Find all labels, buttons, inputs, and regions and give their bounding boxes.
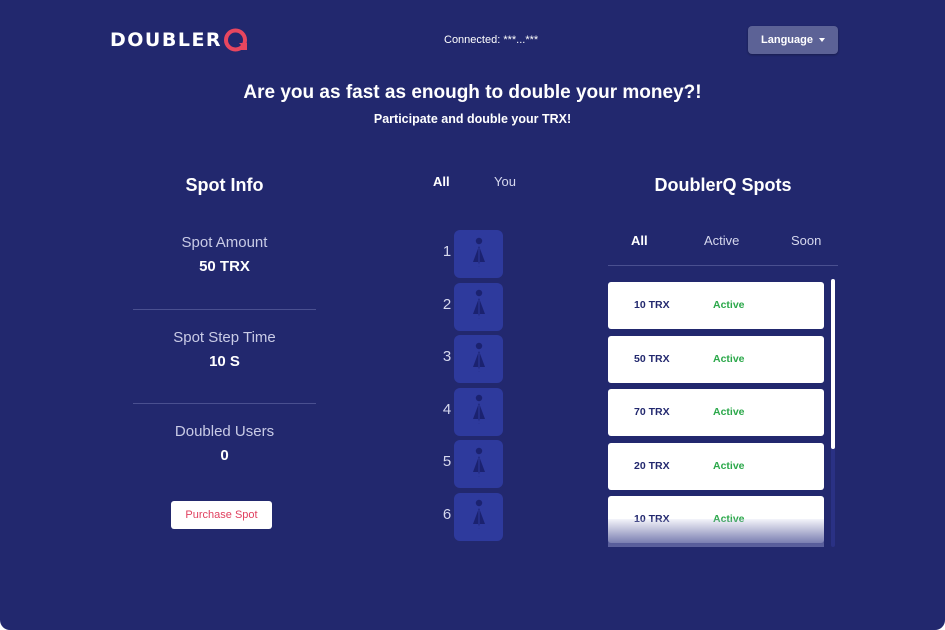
spot-card-status: Active <box>713 352 745 365</box>
spot-number: 3 <box>442 348 452 365</box>
tab-you[interactable]: You <box>494 174 516 189</box>
chevron-down-icon <box>818 38 825 42</box>
person-icon <box>469 393 489 430</box>
app-frame: DOUBLER Connected: ***...*** Language Ar… <box>0 0 945 630</box>
person-icon <box>469 498 489 535</box>
tab-all-spots[interactable]: All <box>631 233 648 248</box>
scrollbar-thumb[interactable] <box>831 279 835 449</box>
spot-slot[interactable] <box>454 387 503 436</box>
q-logo-icon <box>224 28 248 52</box>
spot-number: 6 <box>442 505 452 523</box>
spot-amount-value: 50 TRX <box>199 258 250 275</box>
doubled-users-label: Doubled Users <box>174 423 275 440</box>
connection-status: Connected: ***...*** <box>444 34 539 46</box>
spot-card-status: Active <box>713 406 745 418</box>
hero-headline: Are you as fast as enough to double your… <box>243 82 702 103</box>
spot-slot[interactable] <box>454 230 503 278</box>
spot-info-title: Spot Info <box>185 175 264 195</box>
spot-slot[interactable] <box>454 492 503 541</box>
spot-number: 2 <box>442 295 452 313</box>
tab-active-spots[interactable]: Active <box>704 233 739 248</box>
spot-step-time-label: Spot Step Time <box>173 329 276 346</box>
tab-all[interactable]: All <box>433 174 450 189</box>
divider <box>133 403 316 404</box>
person-icon <box>469 288 489 325</box>
doubled-users-value: 0 <box>220 447 229 464</box>
list-fade-overlay <box>608 519 824 547</box>
spot-card[interactable]: 10 TRX Active <box>608 282 824 329</box>
person-icon <box>469 446 489 483</box>
tab-soon-spots[interactable]: Soon <box>791 233 821 248</box>
spot-card-amount: 50 TRX <box>634 352 670 365</box>
divider <box>133 309 316 310</box>
person-icon <box>469 341 489 378</box>
purchase-spot-button[interactable]: Purchase Spot <box>171 501 272 529</box>
spot-slot[interactable] <box>454 440 503 488</box>
spot-card[interactable]: 20 TRX Active <box>608 442 824 490</box>
spots-list: 10 TRX Active 50 TRX Active 70 TRX Active 20 T… <box>608 279 838 547</box>
spot-card-amount: 20 TRX <box>634 459 670 472</box>
divider <box>608 265 838 266</box>
spot-card-amount: 10 TRX <box>634 299 670 311</box>
spot-card-status: Active <box>713 299 745 311</box>
language-label: Language <box>761 34 813 46</box>
language-dropdown-button[interactable]: Language <box>748 26 838 54</box>
spots-list-scrollbar[interactable] <box>831 279 835 547</box>
spot-step-time-value: 10 S <box>209 353 240 370</box>
spot-number: 5 <box>442 453 452 470</box>
doublerq-logo[interactable]: DOUBLER <box>110 26 249 54</box>
hero-subline: Participate and double your TRX! <box>373 112 572 126</box>
spot-card[interactable]: 70 TRX Active <box>608 389 824 436</box>
spot-card-status: Active <box>713 459 745 472</box>
spot-card-amount: 70 TRX <box>634 406 670 418</box>
spot-card[interactable]: 50 TRX Active <box>608 335 824 383</box>
spot-number: 4 <box>442 400 452 418</box>
spot-slot[interactable] <box>454 335 503 383</box>
logo-text: DOUBLER <box>110 29 223 51</box>
person-icon <box>469 236 489 273</box>
spot-slot[interactable] <box>454 282 503 331</box>
spot-number: 1 <box>442 243 452 260</box>
spot-amount-label: Spot Amount <box>181 234 268 251</box>
doublerq-spots-title: DoublerQ Spots <box>654 175 792 195</box>
